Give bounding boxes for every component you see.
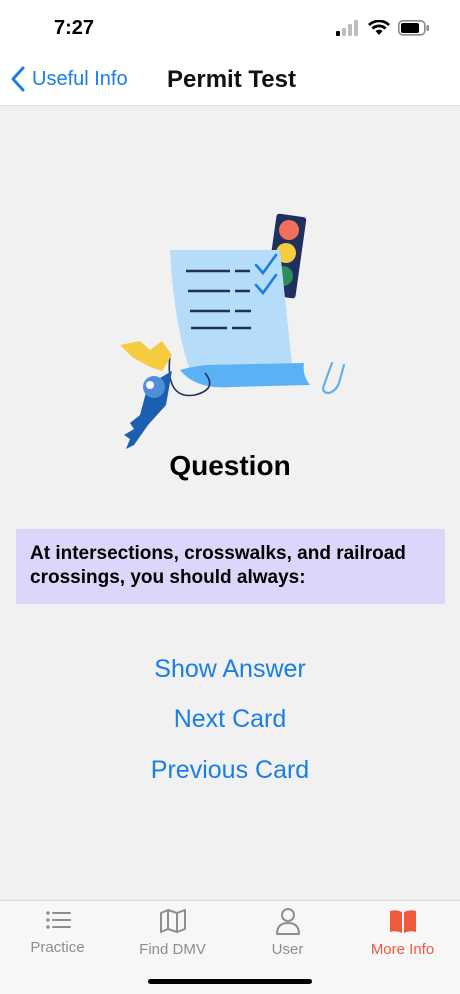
home-indicator [148, 979, 312, 984]
tab-find-dmv-label: Find DMV [139, 941, 206, 958]
wifi-icon [368, 20, 390, 35]
book-icon [389, 910, 416, 933]
battery-icon [398, 20, 429, 36]
tab-find-dmv[interactable]: Find DMV [115, 907, 230, 967]
show-answer-button[interactable]: Show Answer [0, 655, 460, 684]
back-button-label: Useful Info [32, 67, 128, 90]
permit-illustration [120, 213, 346, 449]
tab-user[interactable]: User [230, 907, 345, 967]
tab-more-info[interactable]: More Info [345, 907, 460, 967]
chevron-left-icon [11, 66, 25, 92]
status-time: 7:27 [54, 17, 95, 39]
tab-practice-label: Practice [30, 939, 85, 956]
tab-more-info-label: More Info [370, 941, 435, 958]
status-icons [336, 20, 430, 36]
map-icon [159, 909, 186, 933]
tab-practice[interactable]: Practice [0, 907, 115, 967]
back-button[interactable]: Useful Info [10, 64, 128, 94]
tab-user-label: User [271, 941, 304, 958]
list-icon [45, 911, 71, 929]
user-icon [275, 908, 300, 935]
question-box: At intersections, crosswalks, and railro… [16, 529, 445, 604]
navigation-bar: Useful Info Permit Test [0, 56, 460, 106]
next-card-button[interactable]: Next Card [0, 705, 460, 734]
card-heading: Question [169, 450, 291, 481]
question-text: At intersections, crosswalks, and railro… [30, 543, 406, 588]
cellular-signal-icon [336, 20, 358, 36]
previous-card-button[interactable]: Previous Card [0, 756, 460, 785]
status-bar: 7:27 [0, 0, 460, 56]
page-title: Permit Test [167, 66, 296, 93]
paperclip-icon [322, 361, 346, 395]
